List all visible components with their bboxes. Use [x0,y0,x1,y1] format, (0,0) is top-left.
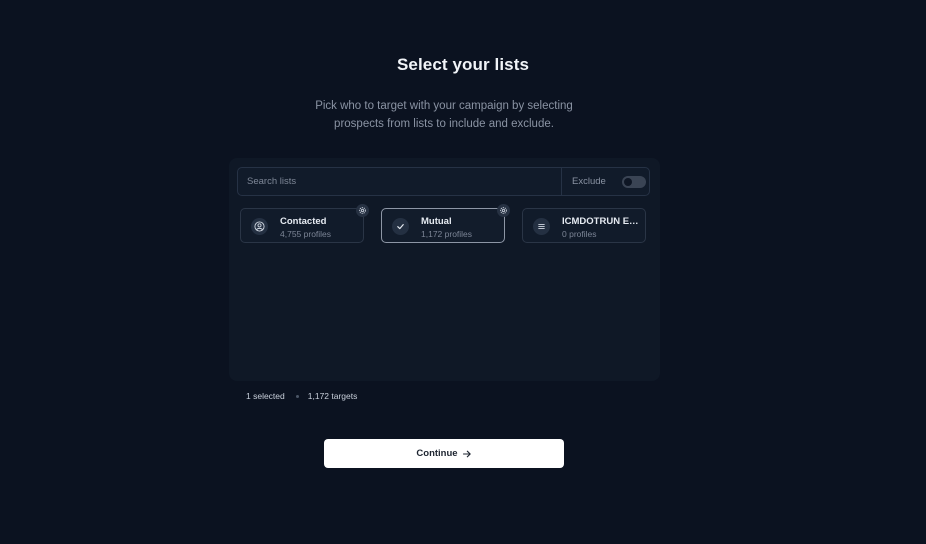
list-card-count: 4,755 profiles [280,229,332,239]
list-card-mutual[interactable]: Mutual 1,172 profiles [381,204,510,243]
exclude-toggle[interactable] [622,176,646,188]
list-card-name: Contacted [280,216,327,227]
list-card-count: 1,172 profiles [421,229,473,239]
continue-label: Continue [416,448,458,459]
separator-dot [295,394,299,398]
list-card-contacted[interactable]: Contacted 4,755 profiles [240,204,369,243]
list-card-name: Mutual [421,216,452,227]
search-input[interactable] [238,168,561,195]
selection-summary: 1 selected 1,172 targets [246,391,357,401]
arrow-right-icon [462,450,471,457]
page-title: Select your lists [396,55,530,74]
user-circle-icon [251,218,268,235]
gear-icon[interactable] [497,204,510,217]
list-card-count: 0 profiles [562,229,597,239]
gear-icon[interactable] [356,204,369,217]
exclude-label: Exclude [572,176,606,187]
check-icon [392,218,409,235]
selected-count: 1 selected [246,391,285,401]
lists-panel: Exclude Contacted 4,755 profiles [229,158,660,381]
exclude-toggle-knob [624,178,632,186]
list-card-icmdotrun[interactable]: ICMDOTRUN E… 0 profiles [522,208,646,243]
page-subtitle: Pick who to target with your campaign by… [315,100,573,130]
continue-button[interactable]: Continue [324,439,564,468]
targets-count: 1,172 targets [307,391,358,401]
list-card-name: ICMDOTRUN E… [562,216,639,227]
search-divider [561,168,562,195]
list-icon [533,218,550,235]
search-bar: Exclude [237,167,650,196]
